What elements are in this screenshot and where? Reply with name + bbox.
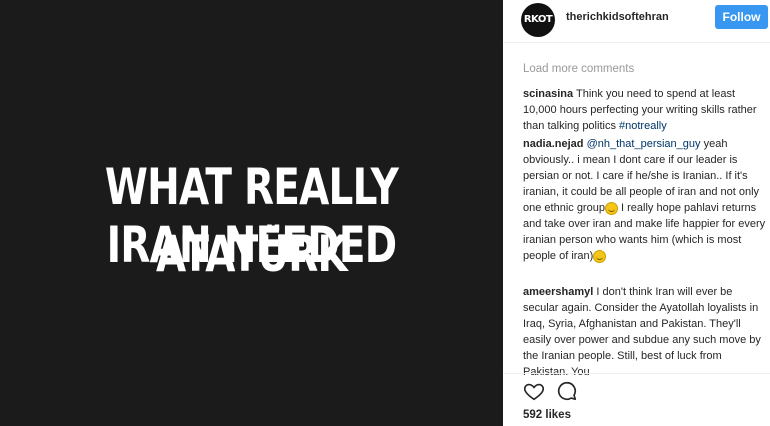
mention-link[interactable]: @nh_that_persian_guy	[587, 138, 701, 150]
follow-button[interactable]: Follow	[715, 5, 768, 29]
comment-bubble-icon[interactable]	[556, 380, 578, 402]
actions-divider	[503, 373, 770, 374]
comment-item: scinasina Think you need to spend at lea…	[523, 86, 766, 134]
likes-count[interactable]: 592 likes	[523, 409, 571, 421]
comment-username[interactable]: nadia.nejad	[523, 138, 584, 150]
hashtag-link[interactable]: #notreally	[619, 120, 667, 132]
heart-icon[interactable]	[523, 380, 545, 402]
comment-text: I don't think Iran will ever be secular …	[523, 286, 761, 378]
smiley-emoji-icon	[604, 201, 618, 215]
avatar[interactable]: RKOT	[521, 3, 555, 37]
post-image[interactable]: WHAT REALLY IRAN NEEDED ATATÜRK	[0, 0, 503, 426]
load-more-comments-link[interactable]: Load more comments	[523, 63, 634, 75]
smiley-emoji-icon	[593, 249, 607, 263]
comments-panel: RKOT therichkidsoftehran Follow Load mor…	[503, 0, 770, 426]
comment-item: ameershamyl I don't think Iran will ever…	[523, 284, 766, 380]
headline-line-2: ATATÜRK	[156, 225, 348, 283]
username-link[interactable]: therichkidsoftehran	[566, 11, 669, 23]
comment-item: nadia.nejad @nh_that_persian_guy yeah ob…	[523, 136, 766, 264]
comment-username[interactable]: ameershamyl	[523, 286, 593, 298]
post-header: RKOT therichkidsoftehran Follow	[503, 0, 770, 43]
comment-username[interactable]: scinasina	[523, 88, 573, 100]
